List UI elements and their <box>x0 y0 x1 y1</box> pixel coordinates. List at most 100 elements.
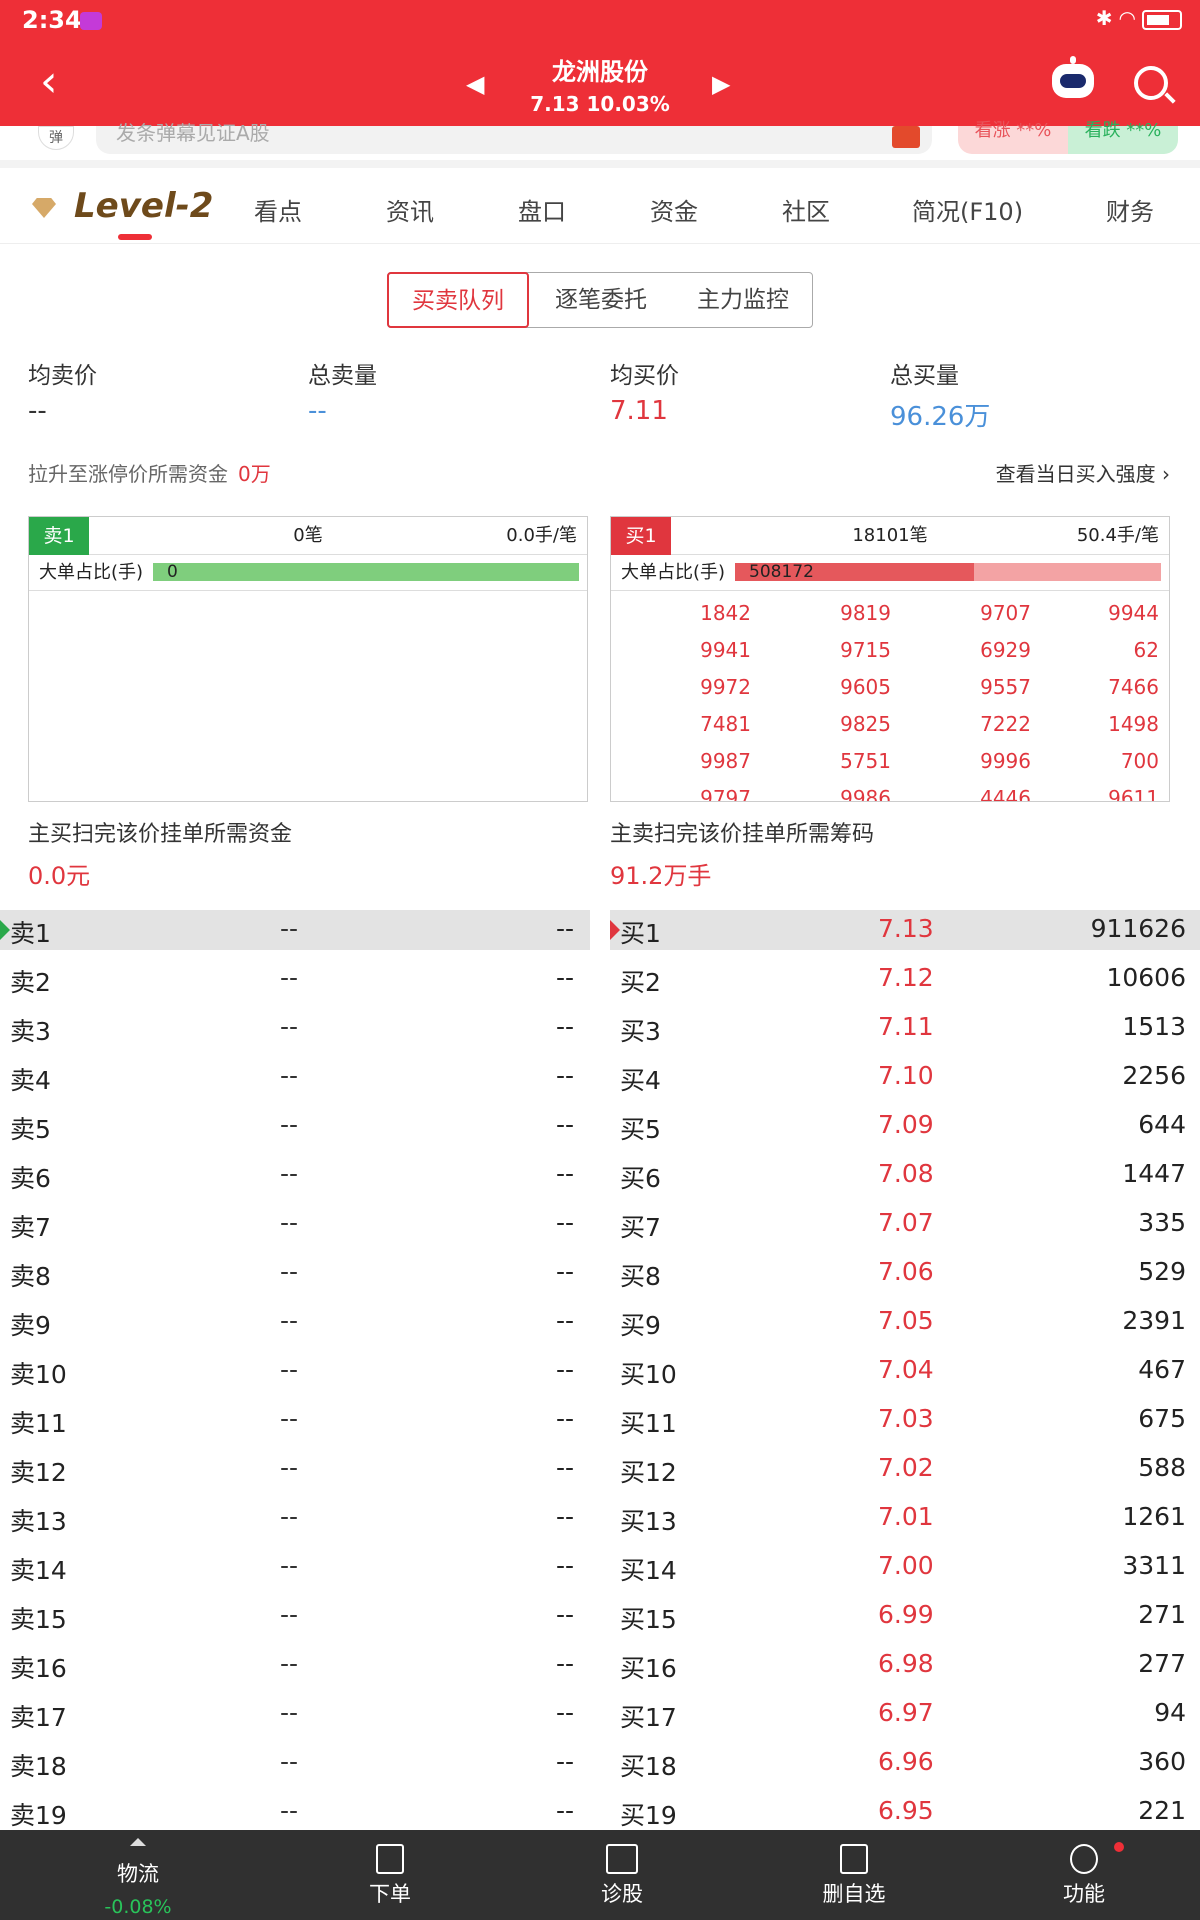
buy-level-row[interactable]: 买10 7.04 467 <box>610 1351 1200 1391</box>
sell-level-row[interactable]: 卖18 -- -- <box>0 1743 590 1783</box>
gift-icon[interactable] <box>892 126 920 148</box>
tab-funds[interactable]: 资金 <box>650 192 698 227</box>
tab-financials[interactable]: 财务 <box>1106 192 1154 227</box>
queue-order-volume: 7222 <box>980 712 1031 736</box>
buy-level-row[interactable]: 买15 6.99 271 <box>610 1596 1200 1636</box>
sell-level-row[interactable]: 卖8 -- -- <box>0 1253 590 1293</box>
total-sell-label: 总卖量 <box>308 363 377 389</box>
tab-level2[interactable]: Level-2 <box>74 186 213 226</box>
buy-order-queue-grid[interactable]: 1842 9819 9707 9944 9941 9715 6929 62 9972 9605 95… <box>611 593 1169 801</box>
sell-level-row[interactable]: 卖9 -- -- <box>0 1302 590 1342</box>
sell-level-name: 卖10 <box>10 1360 67 1389</box>
buy-level-row[interactable]: 买16 6.98 277 <box>610 1645 1200 1685</box>
buy-level-volume: 94 <box>1154 1698 1186 1727</box>
buy-level-row[interactable]: 买13 7.01 1261 <box>610 1498 1200 1538</box>
tab-news[interactable]: 资讯 <box>386 192 434 227</box>
robot-assistant-icon[interactable] <box>1052 56 1094 98</box>
bullet-toggle-icon[interactable]: 弹 <box>38 126 74 150</box>
buy-level-price: 7.03 <box>878 1404 934 1433</box>
stock-name: 龙洲股份 <box>552 58 648 86</box>
sell-level-row[interactable]: 卖2 -- -- <box>0 959 590 999</box>
buy-level-row[interactable]: 买1 7.13 911626 <box>610 910 1200 950</box>
buy-level-name: 买1 <box>620 919 661 948</box>
queue-order-volume: 1842 <box>700 601 751 625</box>
sell-level-row[interactable]: 卖10 -- -- <box>0 1351 590 1391</box>
sell-level-row[interactable]: 卖14 -- -- <box>0 1547 590 1587</box>
sell-level-row[interactable]: 卖19 -- -- <box>0 1792 590 1830</box>
sell-level-row[interactable]: 卖1 -- -- <box>0 910 590 950</box>
buy-strength-link[interactable]: 查看当日买入强度 › <box>996 458 1170 487</box>
buy-level-row[interactable]: 买8 7.06 529 <box>610 1253 1200 1293</box>
diagnose-button[interactable]: 诊股 <box>542 1830 702 1920</box>
functions-button[interactable]: 功能 <box>1004 1830 1164 1920</box>
bullish-vote-button[interactable]: 看涨 **% <box>958 122 1068 154</box>
buy-level-row[interactable]: 买12 7.02 588 <box>610 1449 1200 1489</box>
bullet-input[interactable]: 发条弹幕见证A股 <box>96 123 932 154</box>
buy-big-order-label: 大单占比(手) <box>621 562 726 583</box>
buy-level-row[interactable]: 买7 7.07 335 <box>610 1204 1200 1244</box>
buy-level-name: 买9 <box>620 1311 661 1340</box>
buy-level-volume: 277 <box>1138 1649 1186 1678</box>
buy-level-price: 7.13 <box>878 914 934 943</box>
buy-level-price: 7.12 <box>878 963 934 992</box>
sell-level-row[interactable]: 卖5 -- -- <box>0 1106 590 1146</box>
tab-community[interactable]: 社区 <box>782 192 830 227</box>
search-icon[interactable] <box>1134 66 1168 100</box>
total-buy-label: 总买量 <box>890 363 959 389</box>
logistics-sector-button[interactable]: 物流 -0.08% <box>58 1830 218 1920</box>
tab-orderbook[interactable]: 盘口 <box>518 192 566 227</box>
sell-level-row[interactable]: 卖11 -- -- <box>0 1400 590 1440</box>
sell-level-row[interactable]: 卖17 -- -- <box>0 1694 590 1734</box>
sell-big-order-row: 大单占比(手) 0 <box>29 555 587 591</box>
sell-level-row[interactable]: 卖7 -- -- <box>0 1204 590 1244</box>
logistics-pct: -0.08% <box>104 1896 172 1918</box>
sell-level-row[interactable]: 卖12 -- -- <box>0 1449 590 1489</box>
next-stock-icon[interactable]: ▶ <box>712 70 730 98</box>
buy-level-row[interactable]: 买6 7.08 1447 <box>610 1155 1200 1195</box>
sell-level-price: -- <box>280 1257 299 1286</box>
buy-level-name: 买13 <box>620 1507 677 1536</box>
buy-level-row[interactable]: 买19 6.95 221 <box>610 1792 1200 1830</box>
functions-label: 功能 <box>1063 1882 1105 1906</box>
seg-tick-orders[interactable]: 逐笔委托 <box>530 273 672 327</box>
buy-level-row[interactable]: 买17 6.97 94 <box>610 1694 1200 1734</box>
limit-up-fund-label: 拉升至涨停价所需资金 <box>28 462 228 486</box>
buy-depth-list: 买1 7.13 911626 买2 7.12 10606 买3 7.11 1513 买4 7.10 2… <box>610 910 1200 1830</box>
seg-main-monitor[interactable]: 主力监控 <box>672 273 814 327</box>
tab-profile-f10[interactable]: 简况(F10) <box>912 192 1023 227</box>
buy-level-row[interactable]: 买3 7.11 1513 <box>610 1008 1200 1048</box>
buy-level-row[interactable]: 买9 7.05 2391 <box>610 1302 1200 1342</box>
buy-level-volume: 644 <box>1138 1110 1186 1139</box>
buy-level-row[interactable]: 买2 7.12 10606 <box>610 959 1200 999</box>
sell-level-row[interactable]: 卖13 -- -- <box>0 1498 590 1538</box>
sell-level-price: -- <box>280 1404 299 1433</box>
sell-level-price: -- <box>280 1159 299 1188</box>
order-button[interactable]: 下单 <box>310 1830 470 1920</box>
sell-level-row[interactable]: 卖6 -- -- <box>0 1155 590 1195</box>
sell-level-name: 卖3 <box>10 1017 51 1046</box>
bearish-vote-button[interactable]: 看跌 **% <box>1068 122 1178 154</box>
queue-order-volume: 5751 <box>840 749 891 773</box>
sell-level-row[interactable]: 卖15 -- -- <box>0 1596 590 1636</box>
buy-level-name: 买6 <box>620 1164 661 1193</box>
buy-level-volume: 271 <box>1138 1600 1186 1629</box>
buy-level-row[interactable]: 买4 7.10 2256 <box>610 1057 1200 1097</box>
sell-level-name: 卖16 <box>10 1654 67 1683</box>
sell-level-price: -- <box>280 1208 299 1237</box>
queue-order-volume: 9944 <box>1108 601 1159 625</box>
sell-level-row[interactable]: 卖16 -- -- <box>0 1645 590 1685</box>
seg-order-queue[interactable]: 买卖队列 <box>387 272 529 328</box>
buy-level-volume: 2256 <box>1122 1061 1186 1090</box>
sell-level-row[interactable]: 卖3 -- -- <box>0 1008 590 1048</box>
sell-queue-per: 0.0手/笔 <box>506 525 577 546</box>
buy-level-row[interactable]: 买14 7.00 3311 <box>610 1547 1200 1587</box>
buy-level-row[interactable]: 买11 7.03 675 <box>610 1400 1200 1440</box>
remove-favorite-button[interactable]: 删自选 <box>774 1830 934 1920</box>
buy-level-row[interactable]: 买18 6.96 360 <box>610 1743 1200 1783</box>
sell-level-row[interactable]: 卖4 -- -- <box>0 1057 590 1097</box>
tab-highlights[interactable]: 看点 <box>254 192 302 227</box>
top-header: 2:34 ✱◠ ‹ ◀ 龙洲股份 7.13 10.03% ▶ <box>0 0 1200 126</box>
sell-level-price: -- <box>280 1600 299 1629</box>
buy-level-price: 6.96 <box>878 1747 934 1776</box>
buy-level-row[interactable]: 买5 7.09 644 <box>610 1106 1200 1146</box>
